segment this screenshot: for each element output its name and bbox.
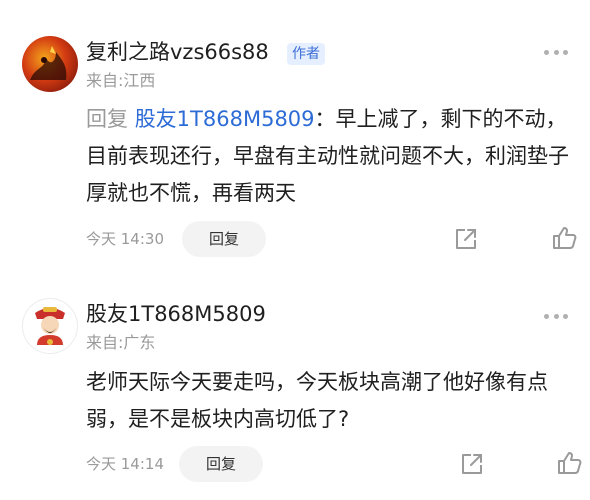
comment-item: 股友1T868M5809 来自:广东 老师天际今天要走吗，今天板块高潮了他好像有… [0,280,590,500]
avatar[interactable] [22,36,78,92]
comment-text: 老师天际今天要走吗，今天板块高潮了他好像有点弱，是不是板块内高切低了? [86,370,548,431]
reply-button[interactable]: 回复 [182,221,266,257]
share-icon[interactable] [459,451,485,477]
avatar[interactable] [22,298,78,354]
reply-button[interactable]: 回复 [179,446,263,482]
location-label: 来自:广东 [86,333,156,352]
comment-item: 复利之路vzs66s88 作者 来自:江西 回复 股友1T868M5809：早上… [0,0,590,280]
like-icon[interactable] [557,450,583,476]
username[interactable]: 复利之路vzs66s88 [86,38,269,66]
reply-prefix: 回复 [86,107,135,131]
location-label: 来自:江西 [86,71,156,90]
share-icon[interactable] [453,226,479,252]
username[interactable]: 股友1T868M5809 [86,300,266,328]
caishen-avatar-icon [35,307,65,345]
more-icon[interactable] [544,49,568,55]
timestamp: 今天 14:14 [86,455,164,473]
author-badge: 作者 [287,43,325,65]
timestamp: 今天 14:30 [86,230,164,248]
like-icon[interactable] [552,225,578,251]
reply-target-link[interactable]: 股友1T868M5809 [135,107,315,131]
comment-text: 回复 股友1T868M5809：早上减了，剩下的不动，目前表现还行，早盘有主动性… [86,101,578,212]
more-icon[interactable] [544,313,568,319]
flame-avatar-icon [30,46,67,80]
reply-separator: ： [314,107,336,131]
